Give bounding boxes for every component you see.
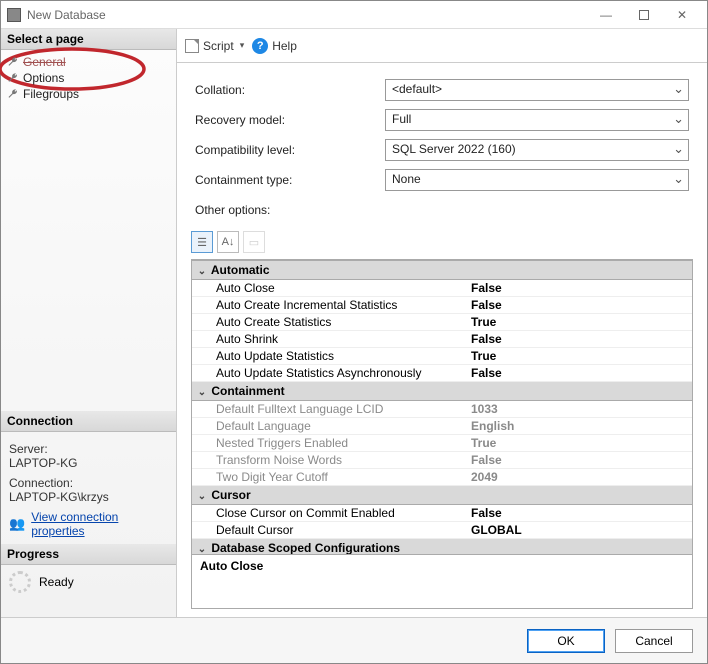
cancel-button[interactable]: Cancel <box>615 629 693 653</box>
property-grid: ⌄ AutomaticAuto CloseFalseAuto Create In… <box>191 259 693 609</box>
property-row[interactable]: Auto ShrinkFalse <box>192 331 692 348</box>
recovery-model-select[interactable]: Full <box>385 109 689 131</box>
category-row[interactable]: ⌄ Automatic <box>192 261 692 280</box>
nav-label: General <box>23 55 66 69</box>
script-label: Script <box>203 39 234 53</box>
property-row[interactable]: Default Fulltext Language LCID1033 <box>192 401 692 418</box>
nav-label: Options <box>23 71 64 85</box>
property-pages-button: ▭ <box>243 231 265 253</box>
property-row[interactable]: Auto Create Incremental StatisticsFalse <box>192 297 692 314</box>
wrench-icon <box>7 56 19 68</box>
connection-panel: Server: LAPTOP-KG Connection: LAPTOP-KG\… <box>1 432 176 544</box>
help-icon: ? <box>252 38 268 54</box>
property-grid-scroll[interactable]: ⌄ AutomaticAuto CloseFalseAuto Create In… <box>192 260 692 554</box>
property-row[interactable]: Default CursorGLOBAL <box>192 522 692 539</box>
categorized-view-button[interactable]: ☰ <box>191 231 213 253</box>
script-button[interactable]: Script <box>185 39 244 53</box>
script-icon <box>185 39 199 53</box>
property-row[interactable]: Transform Noise WordsFalse <box>192 452 692 469</box>
property-row[interactable]: Default LanguageEnglish <box>192 418 692 435</box>
options-form: Collation: <default> Recovery model: Ful… <box>177 63 707 225</box>
other-options-label: Other options: <box>195 203 689 217</box>
category-row[interactable]: ⌄ Database Scoped Configurations <box>192 539 692 555</box>
connection-value: LAPTOP-KG\krzys <box>9 490 168 504</box>
maximize-button[interactable] <box>625 1 663 29</box>
ok-button[interactable]: OK <box>527 629 605 653</box>
nav-item-options[interactable]: Options <box>3 70 174 86</box>
close-button[interactable]: ✕ <box>663 1 701 29</box>
window-title: New Database <box>27 8 587 22</box>
property-row[interactable]: Nested Triggers EnabledTrue <box>192 435 692 452</box>
nav-item-general[interactable]: General <box>3 54 174 70</box>
page-nav: General Options Filegroups <box>1 50 176 108</box>
category-row[interactable]: ⌄ Cursor <box>192 486 692 505</box>
property-row[interactable]: Auto Update Statistics AsynchronouslyFal… <box>192 365 692 382</box>
toolbar: Script ? Help <box>177 29 707 63</box>
select-page-header: Select a page <box>1 29 176 50</box>
people-icon: 👥 <box>9 516 25 532</box>
containment-type-label: Containment type: <box>195 173 385 187</box>
property-row[interactable]: Two Digit Year Cutoff2049 <box>192 469 692 486</box>
alphabetical-view-button[interactable]: A↓ <box>217 231 239 253</box>
compatibility-level-select[interactable]: SQL Server 2022 (160) <box>385 139 689 161</box>
grid-toolbar: ☰ A↓ ▭ <box>177 225 707 259</box>
connection-label: Connection: <box>9 476 168 490</box>
wrench-icon <box>7 88 19 100</box>
wrench-icon <box>7 72 19 84</box>
property-row[interactable]: Close Cursor on Commit EnabledFalse <box>192 505 692 522</box>
minimize-button[interactable]: — <box>587 1 625 29</box>
nav-label: Filegroups <box>23 87 79 101</box>
help-label: Help <box>272 39 297 53</box>
property-row[interactable]: Auto Create StatisticsTrue <box>192 314 692 331</box>
category-row[interactable]: ⌄ Containment <box>192 382 692 401</box>
property-detail-title: Auto Close <box>192 554 692 608</box>
property-row[interactable]: Auto CloseFalse <box>192 280 692 297</box>
compatibility-level-label: Compatibility level: <box>195 143 385 157</box>
recovery-model-label: Recovery model: <box>195 113 385 127</box>
title-bar: New Database — ✕ <box>1 1 707 29</box>
progress-header: Progress <box>1 544 176 565</box>
connection-header: Connection <box>1 411 176 432</box>
containment-type-select[interactable]: None <box>385 169 689 191</box>
view-connection-properties-link[interactable]: View connection properties <box>31 510 168 538</box>
help-button[interactable]: ? Help <box>252 38 297 54</box>
sidebar: Select a page General Options Filegroups… <box>1 29 177 617</box>
nav-item-filegroups[interactable]: Filegroups <box>3 86 174 102</box>
server-label: Server: <box>9 442 168 456</box>
server-value: LAPTOP-KG <box>9 456 168 470</box>
progress-panel: Ready <box>1 565 176 599</box>
progress-spinner-icon <box>9 571 31 593</box>
dialog-footer: OK Cancel <box>1 617 707 663</box>
collation-select[interactable]: <default> <box>385 79 689 101</box>
collation-label: Collation: <box>195 83 385 97</box>
property-row[interactable]: Auto Update StatisticsTrue <box>192 348 692 365</box>
progress-status: Ready <box>39 575 74 589</box>
app-icon <box>7 8 21 22</box>
